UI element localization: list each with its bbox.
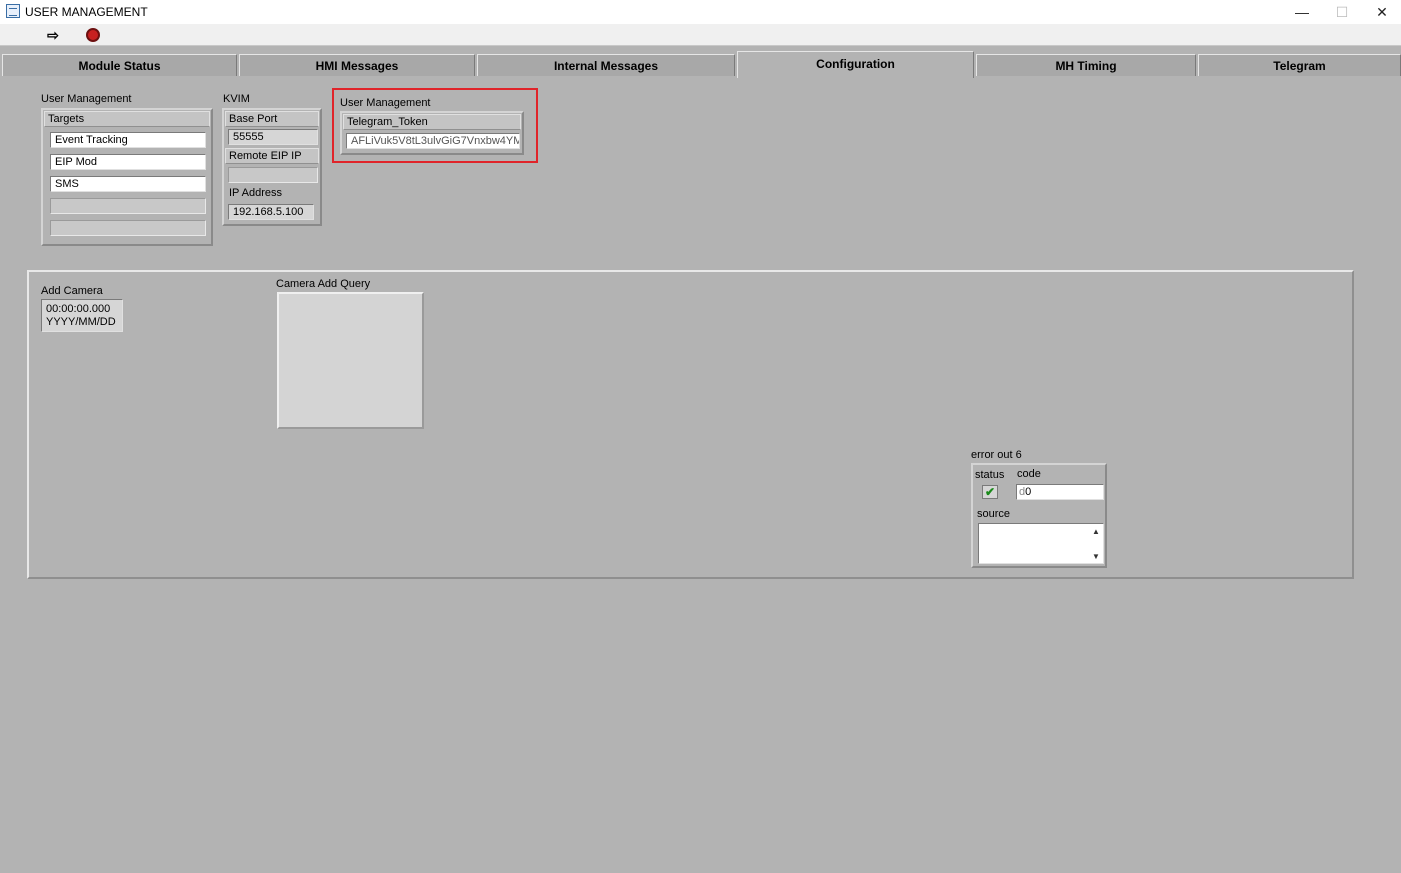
minimize-button[interactable]: — xyxy=(1282,0,1322,24)
camera-panel xyxy=(27,270,1354,579)
target-item[interactable]: EIP Mod xyxy=(50,154,206,170)
maximize-button[interactable]: ☐ xyxy=(1322,0,1362,24)
tab-internal-messages[interactable]: Internal Messages xyxy=(477,54,735,76)
source-label: source xyxy=(977,508,1011,520)
ip-address-label: IP Address xyxy=(225,185,319,201)
remote-eip-field[interactable] xyxy=(228,167,318,183)
window-title: USER MANAGEMENT xyxy=(25,5,148,19)
telegram-token-cluster: Telegram_Token AFLiVuk5V8tL3ulvGiG7Vnxbw… xyxy=(340,111,524,155)
add-camera-timestamp[interactable]: 00:00:00.000 YYYY/MM/DD xyxy=(41,299,123,332)
stop-icon[interactable] xyxy=(86,28,100,42)
tab-bar: Module Status HMI Messages Internal Mess… xyxy=(0,48,1401,78)
tab-configuration[interactable]: Configuration xyxy=(737,51,974,78)
kvim-cluster: Base Port 55555 Remote EIP IP IP Address… xyxy=(222,108,322,226)
status-label: status xyxy=(975,469,1005,481)
add-camera-time: 00:00:00.000 xyxy=(46,303,111,315)
scroll-up-icon[interactable]: ▲ xyxy=(1091,526,1101,536)
target-item[interactable] xyxy=(50,220,206,236)
error-out-cluster: status code ✔ d0 source ▲ ▼ xyxy=(971,463,1107,568)
scroll-down-icon[interactable]: ▼ xyxy=(1091,551,1101,561)
add-camera-date: YYYY/MM/DD xyxy=(46,316,116,328)
targets-cluster: Targets Event Tracking EIP Mod SMS xyxy=(41,108,213,246)
camera-add-query-label: Camera Add Query xyxy=(276,278,371,290)
code-field[interactable]: d0 xyxy=(1016,484,1104,500)
remote-eip-label: Remote EIP IP xyxy=(225,148,319,164)
run-arrow-icon[interactable]: ⇨ xyxy=(44,27,62,43)
tab-mh-timing[interactable]: MH Timing xyxy=(976,54,1196,76)
targets-title: Targets xyxy=(44,111,210,127)
camera-add-query-box[interactable] xyxy=(277,292,424,429)
title-bar: USER MANAGEMENT — ☐ ✕ xyxy=(0,0,1401,24)
code-label: code xyxy=(1017,468,1041,480)
base-port-field[interactable]: 55555 xyxy=(228,129,318,145)
tab-hmi-messages[interactable]: HMI Messages xyxy=(239,54,475,76)
tab-module-status[interactable]: Module Status xyxy=(2,54,237,76)
telegram-token-label: Telegram_Token xyxy=(343,114,521,130)
status-check-icon[interactable]: ✔ xyxy=(982,485,998,499)
close-button[interactable]: ✕ xyxy=(1362,0,1401,24)
telegram-user-management-label: User Management xyxy=(340,97,431,109)
tab-telegram[interactable]: Telegram xyxy=(1198,54,1401,76)
add-camera-label: Add Camera xyxy=(41,285,103,297)
target-item[interactable]: Event Tracking xyxy=(50,132,206,148)
target-item[interactable] xyxy=(50,198,206,214)
toolbar: ⇨ xyxy=(0,24,1401,46)
code-value: 0 xyxy=(1025,486,1032,498)
base-port-label: Base Port xyxy=(225,111,319,127)
telegram-token-field[interactable]: AFLiVuk5V8tL3ulvGiG7Vnxbw4YM xyxy=(346,133,520,149)
source-field[interactable]: ▲ ▼ xyxy=(978,523,1104,564)
target-item[interactable]: SMS xyxy=(50,176,206,192)
user-management-label: User Management xyxy=(41,93,132,105)
error-out-label: error out 6 xyxy=(971,449,1022,461)
app-icon xyxy=(6,4,20,18)
ip-address-field[interactable]: 192.168.5.100 xyxy=(228,204,314,220)
kvim-label: KVIM xyxy=(223,93,250,105)
